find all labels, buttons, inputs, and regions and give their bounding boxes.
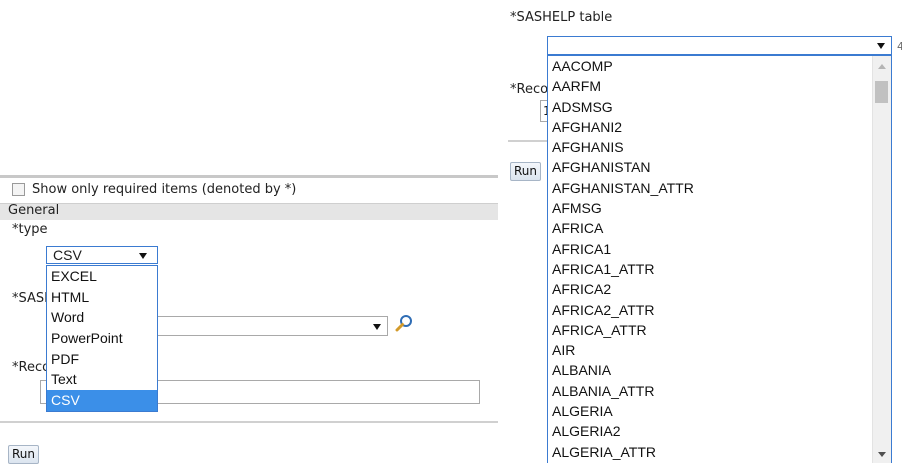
type-option[interactable]: HTML (47, 287, 157, 308)
table-option[interactable]: AFRICA2 (548, 279, 873, 299)
table-option[interactable]: AFMSG (548, 198, 873, 218)
sashelp-table-dropdown-list[interactable]: AACOMP AARFM ADSMSG AFGHANI2 AFGHANIS AF… (547, 55, 892, 463)
type-option[interactable]: Word (47, 307, 157, 328)
table-option[interactable]: AFGHANISTAN_ATTR (548, 178, 873, 198)
records-label-partial: *Reco (12, 360, 51, 375)
table-option[interactable]: ALGERIA (548, 401, 873, 421)
table-option[interactable]: ALBANIA_ATTR (548, 381, 873, 401)
type-option[interactable]: EXCEL (47, 266, 157, 287)
search-icon[interactable] (395, 314, 413, 334)
table-option[interactable]: ALGERIA2 (548, 421, 873, 441)
scroll-down-arrow-icon[interactable] (878, 452, 886, 457)
table-option[interactable]: AFGHANIS (548, 137, 873, 157)
scrollbar[interactable] (872, 56, 891, 463)
chevron-down-icon[interactable] (373, 324, 381, 330)
sashelp-table-label: *SASHELP table (510, 10, 613, 25)
type-dropdown-list[interactable]: EXCEL HTML Word PowerPoint PDF Text CSV (46, 265, 158, 412)
type-select[interactable]: CSV (46, 246, 158, 264)
table-option[interactable]: AFRICA1_ATTR (548, 259, 873, 279)
table-option[interactable]: ADSMSG (548, 97, 873, 117)
type-option[interactable]: PDF (47, 349, 157, 370)
table-option[interactable]: ALBANIA (548, 360, 873, 380)
table-option[interactable]: AACOMP (548, 56, 873, 76)
trailing-char: 4 (897, 40, 902, 53)
required-items-checkbox[interactable] (12, 183, 25, 196)
divider (0, 421, 498, 423)
required-items-label: Show only required items (denoted by *) (32, 182, 297, 197)
scroll-up-arrow-icon[interactable] (878, 64, 886, 69)
table-option[interactable]: AIR (548, 340, 873, 360)
type-option[interactable]: PowerPoint (47, 328, 157, 349)
table-option[interactable]: AFGHANISTAN (548, 157, 873, 177)
table-option[interactable]: AFGHANI2 (548, 117, 873, 137)
sashelp-table-select[interactable] (547, 36, 892, 55)
sashelp-table-select-left[interactable] (148, 316, 388, 336)
table-option[interactable]: AFRICA_ATTR (548, 320, 873, 340)
type-label: *type (12, 222, 48, 237)
run-button-right[interactable]: Run (510, 162, 542, 181)
records-label-partial-right: *Reco (510, 82, 549, 97)
table-option[interactable]: AARFM (548, 76, 873, 96)
chevron-down-icon[interactable] (139, 253, 147, 259)
table-option[interactable]: AFRICA2_ATTR (548, 300, 873, 320)
table-option[interactable]: ALGERIA_ATTR (548, 442, 873, 462)
chevron-down-icon[interactable] (877, 43, 885, 49)
general-section-header[interactable] (0, 203, 498, 220)
run-button[interactable]: Run (8, 445, 40, 464)
table-option[interactable]: AFRICA (548, 218, 873, 238)
divider (0, 175, 498, 178)
type-select-value: CSV (53, 247, 82, 263)
type-option[interactable]: Text (47, 369, 157, 390)
type-option-selected[interactable]: CSV (47, 390, 157, 411)
table-option[interactable]: AFRICA1 (548, 239, 873, 259)
general-section-title: General (8, 203, 60, 218)
divider (508, 140, 548, 142)
scrollbar-thumb[interactable] (875, 81, 888, 103)
